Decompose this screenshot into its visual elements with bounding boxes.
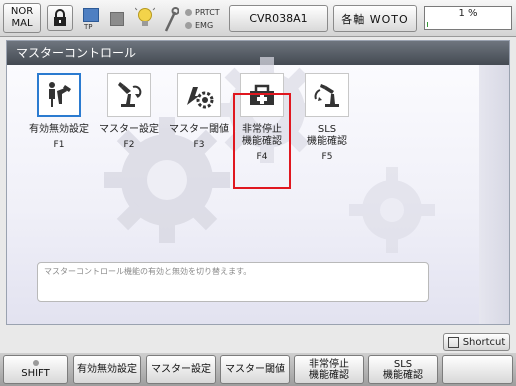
emg-label: EMG xyxy=(195,21,214,30)
teach-pendant-indicator: TP xyxy=(80,8,102,32)
f6-key[interactable] xyxy=(442,355,513,384)
status-square-icon xyxy=(110,12,124,26)
prtct-label: PRTCT xyxy=(195,8,220,17)
mode-label-line2: MAL xyxy=(11,18,33,29)
lock-button[interactable] xyxy=(47,5,73,31)
menu-item-label: 有効無効設定 xyxy=(29,124,89,135)
f1-key[interactable]: 有効無効設定 xyxy=(73,355,141,384)
emg-led-icon xyxy=(185,22,192,29)
menu-icon-box[interactable] xyxy=(177,73,221,117)
sls-robot-icon xyxy=(314,84,339,107)
annotation-highlight-box xyxy=(233,93,291,189)
description-message: マスターコントロール機能の有効と無効を切り替えます。 xyxy=(37,262,429,302)
program-name-button[interactable]: CVR038A1 xyxy=(229,5,328,32)
fkey-label: SLS xyxy=(393,358,413,370)
fkey-label: 非常停止 xyxy=(309,358,349,370)
shortcut-label: Shortcut xyxy=(462,336,506,348)
f3-key[interactable]: マスター閾値 xyxy=(220,355,290,384)
f2-key[interactable]: マスター設定 xyxy=(146,355,216,384)
wrench-icon xyxy=(164,7,179,32)
axis-mode-button[interactable]: 各軸 WOTO xyxy=(333,5,417,32)
enable-toggle-icon xyxy=(49,82,71,107)
background-gear-small-icon xyxy=(349,167,435,253)
speed-override-bar xyxy=(427,22,428,27)
shift-indicator-icon xyxy=(32,360,39,366)
prtct-led-icon xyxy=(185,9,192,16)
menu-icon-box[interactable] xyxy=(305,73,349,117)
shift-key[interactable]: SHIFT xyxy=(3,355,68,384)
speed-override-value: 1 % xyxy=(458,8,478,19)
f5-key[interactable]: SLS 機能確認 xyxy=(368,355,438,384)
menu-item-label: SLS xyxy=(317,124,337,135)
lock-icon xyxy=(54,9,66,26)
menu-item-label: マスター設定 xyxy=(99,124,159,135)
tp-label: TP xyxy=(84,23,93,31)
shortcut-button[interactable]: Shortcut xyxy=(443,333,510,351)
fkey-label: マスター設定 xyxy=(151,364,211,375)
menu-item-key: F2 xyxy=(123,140,135,150)
program-name: CVR038A1 xyxy=(249,12,308,25)
master-control-panel: マスターコントロール 有効無効設定 F1 マスター設定 F2 マスター閾値 F3… xyxy=(6,40,510,325)
fkey-label: マスター閾値 xyxy=(225,364,285,375)
fkey-label: 有効無効設定 xyxy=(77,364,137,375)
menu-item-key: F5 xyxy=(321,152,333,162)
fkey-label-line2: 機能確認 xyxy=(383,369,423,381)
menu-item-sls-check[interactable]: SLS 機能確認 F5 xyxy=(292,73,362,162)
menu-item-key: F3 xyxy=(193,140,205,150)
axis-mode-label: 各軸 WOTO xyxy=(341,12,409,26)
fkey-label-line2: 機能確認 xyxy=(309,369,349,381)
teach-pendant-icon xyxy=(83,8,99,22)
status-leds: PRTCT EMG xyxy=(185,6,220,32)
motor-gear-icon xyxy=(187,87,214,109)
right-side-strip xyxy=(479,65,509,324)
fkey-label: SHIFT xyxy=(21,368,50,379)
menu-item-master-threshold[interactable]: マスター閾値 F3 xyxy=(164,73,234,150)
robot-arm-icon xyxy=(118,82,142,107)
function-key-bar: SHIFT 有効無効設定 マスター設定 マスター閾値 非常停止 機能確認 SLS… xyxy=(0,353,516,386)
menu-icon-box[interactable] xyxy=(107,73,151,117)
lightbulb-icon xyxy=(135,7,155,26)
mode-label-line1: NOR xyxy=(10,6,34,17)
menu-item-label: マスター閾値 xyxy=(169,124,229,135)
mode-button[interactable]: NOR MAL xyxy=(3,3,41,33)
f4-key[interactable]: 非常停止 機能確認 xyxy=(294,355,364,384)
menu-item-enable-disable[interactable]: 有効無効設定 F1 xyxy=(24,73,94,150)
shortcut-icon xyxy=(447,336,459,348)
menu-item-key: F1 xyxy=(53,140,65,150)
panel-body: 有効無効設定 F1 マスター設定 F2 マスター閾値 F3 非常停止 機能確認 … xyxy=(7,57,509,324)
speed-override[interactable]: 1 % xyxy=(424,6,512,30)
top-status-bar: NOR MAL TP PRTCT EMG CVR038A1 各軸 WOTO 1 … xyxy=(0,0,516,37)
menu-item-label-line2: 機能確認 xyxy=(307,136,347,147)
menu-item-master-settings[interactable]: マスター設定 F2 xyxy=(94,73,164,150)
menu-icon-box[interactable] xyxy=(37,73,81,117)
